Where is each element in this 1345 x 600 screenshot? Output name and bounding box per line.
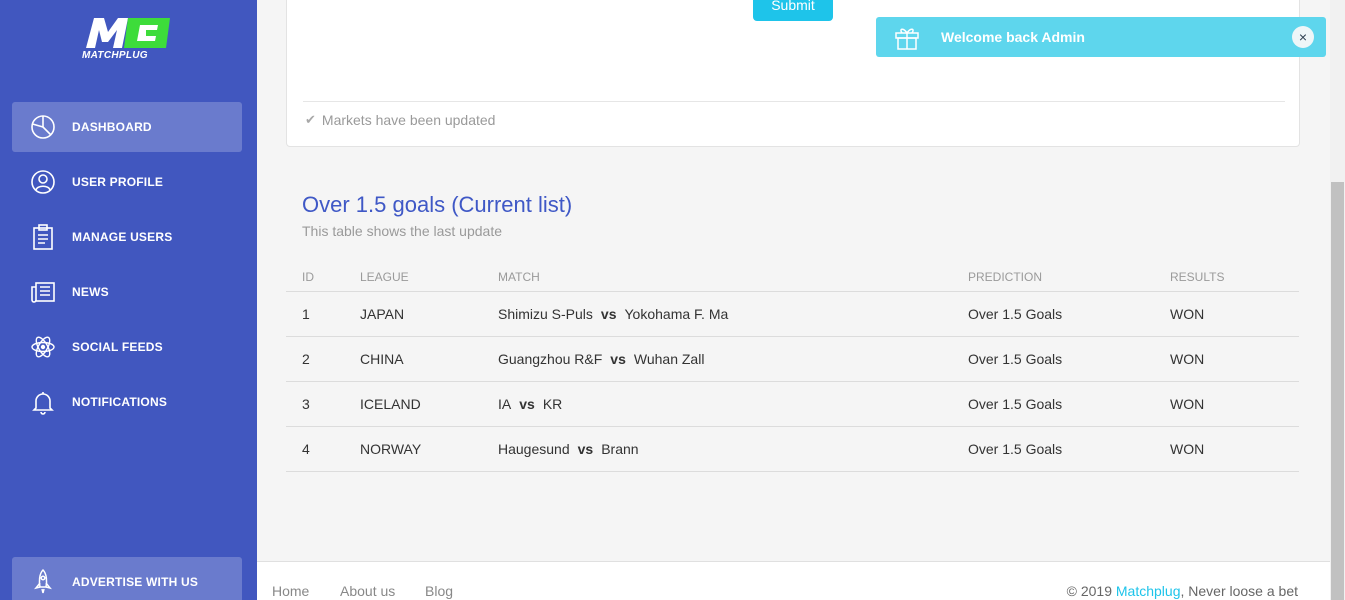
copyright-prefix: © 2019	[1066, 583, 1112, 599]
table-header-row: ID LEAGUE MATCH PREDICTION RESULTS	[286, 262, 1299, 292]
table-row: 1 JAPAN Shimizu S-Puls vs Yokohama F. Ma O…	[286, 292, 1299, 337]
toast-message: Welcome back Admin	[941, 29, 1085, 45]
sidebar-item-label: DASHBOARD	[72, 120, 152, 134]
logo-text: MATCHPLUG	[82, 50, 148, 61]
header-prediction: PREDICTION	[968, 269, 1043, 284]
cell-match: Guangzhou R&F vs Wuhan Zall	[498, 337, 704, 381]
table-title: Over 1.5 goals (Current list)	[302, 192, 573, 217]
vs-label: vs	[610, 351, 626, 367]
cell-result: WON	[1170, 306, 1205, 322]
cell-prediction: Over 1.5 Goals	[968, 396, 1063, 412]
copyright-brand-link[interactable]: Matchplug	[1116, 583, 1181, 599]
clipboard-icon	[28, 222, 58, 252]
status-message: ✔ Markets have been updated	[305, 112, 495, 128]
sidebar-item-label: USER PROFILE	[72, 175, 164, 189]
toast-text: Welcome back	[941, 29, 1039, 45]
sidebar-item-label: SOCIAL FEEDS	[72, 340, 163, 354]
away-team: KR	[542, 396, 563, 412]
away-team: Brann	[601, 441, 639, 457]
table-subtitle: This table shows the last update	[302, 223, 503, 239]
footer-link-home[interactable]: Home	[272, 583, 309, 599]
sidebar-item-notifications[interactable]: NOTIFICATIONS	[12, 377, 242, 427]
rocket-icon	[28, 567, 58, 597]
advertise-label: ADVERTISE WITH US	[72, 575, 199, 589]
home-team: Haugesund	[498, 441, 570, 457]
card-divider	[303, 101, 1285, 102]
cell-id: 2	[302, 351, 310, 367]
away-team: Yokohama F. Ma	[624, 306, 729, 322]
sidebar-item-user-profile[interactable]: USER PROFILE	[12, 157, 242, 207]
header-match: MATCH	[498, 269, 540, 284]
sidebar-item-social-feeds[interactable]: SOCIAL FEEDS	[12, 322, 242, 372]
cell-prediction: Over 1.5 Goals	[968, 351, 1063, 367]
cell-result: WON	[1170, 441, 1205, 457]
footer-link-about[interactable]: About us	[340, 583, 395, 599]
gift-icon	[893, 23, 921, 51]
advertise-button[interactable]: ADVERTISE WITH US	[12, 557, 242, 600]
header-league: LEAGUE	[360, 269, 409, 284]
table-row: 4 NORWAY Haugesund vs Brann Over 1.5 Goals…	[286, 427, 1299, 472]
status-text: Markets have been updated	[321, 112, 496, 128]
cell-match: IA vs KR	[498, 382, 562, 426]
vs-label: vs	[600, 306, 617, 322]
sidebar-item-manage-users[interactable]: MANAGE USERS	[12, 212, 242, 262]
sidebar-item-dashboard[interactable]: DASHBOARD	[12, 102, 242, 152]
sidebar-item-label: NEWS	[72, 285, 109, 299]
welcome-toast: Welcome back Admin ×	[876, 17, 1326, 57]
predictions-table: ID LEAGUE MATCH PREDICTION RESULTS 1 JAP…	[286, 262, 1299, 472]
atom-icon	[28, 332, 58, 362]
table-row: 2 CHINA Guangzhou R&F vs Wuhan Zall Over 1…	[286, 337, 1299, 382]
main-content: Submit ✔ Markets have been updated Over …	[257, 0, 1330, 600]
home-team: IA	[498, 396, 512, 412]
cell-id: 3	[302, 396, 310, 412]
pie-chart-icon	[28, 112, 58, 142]
cell-league: CHINA	[360, 351, 404, 367]
user-icon	[28, 167, 58, 197]
sidebar-item-label: MANAGE USERS	[72, 230, 173, 244]
cell-result: WON	[1170, 396, 1205, 412]
cell-id: 1	[302, 306, 310, 322]
home-team: Shimizu S-Puls	[498, 306, 593, 322]
page-scrollbar[interactable]	[1330, 0, 1345, 600]
close-icon[interactable]: ×	[1292, 26, 1314, 48]
cell-match: Shimizu S-Puls vs Yokohama F. Ma	[498, 292, 728, 336]
check-icon: ✔	[305, 112, 316, 127]
cell-prediction: Over 1.5 Goals	[968, 306, 1063, 322]
header-results: RESULTS	[1170, 269, 1225, 284]
cell-league: JAPAN	[360, 306, 405, 322]
sidebar-item-label: NOTIFICATIONS	[72, 395, 168, 409]
sidebar-item-news[interactable]: NEWS	[12, 267, 242, 317]
copyright: © 2019 Matchplug, Never loose a bet	[1067, 583, 1298, 599]
home-team: Guangzhou R&F	[498, 351, 603, 367]
away-team: Wuhan Zall	[633, 351, 705, 367]
table-row: 3 ICELAND IA vs KR Over 1.5 Goals WON	[286, 382, 1299, 427]
page-footer: Home About us Blog © 2019 Matchplug, Nev…	[257, 561, 1330, 600]
cell-result: WON	[1170, 351, 1205, 367]
toast-user: Admin	[1041, 29, 1085, 45]
header-id: ID	[302, 269, 314, 284]
cell-league: ICELAND	[360, 396, 421, 412]
vs-label: vs	[519, 396, 535, 412]
cell-prediction: Over 1.5 Goals	[968, 441, 1063, 457]
copyright-suffix: , Never loose a bet	[1180, 583, 1298, 599]
submit-button[interactable]: Submit	[753, 0, 833, 21]
scrollbar-thumb[interactable]	[1331, 182, 1344, 600]
sidebar: MATCHPLUG DASHBOARD USER PROFILE MANAGE …	[0, 0, 257, 600]
footer-link-blog[interactable]: Blog	[425, 583, 453, 599]
cell-league: NORWAY	[360, 441, 422, 457]
bell-icon	[28, 387, 58, 417]
vs-label: vs	[577, 441, 594, 457]
cell-id: 4	[302, 441, 310, 457]
newspaper-icon	[28, 277, 58, 307]
cell-match: Haugesund vs Brann	[498, 427, 639, 471]
